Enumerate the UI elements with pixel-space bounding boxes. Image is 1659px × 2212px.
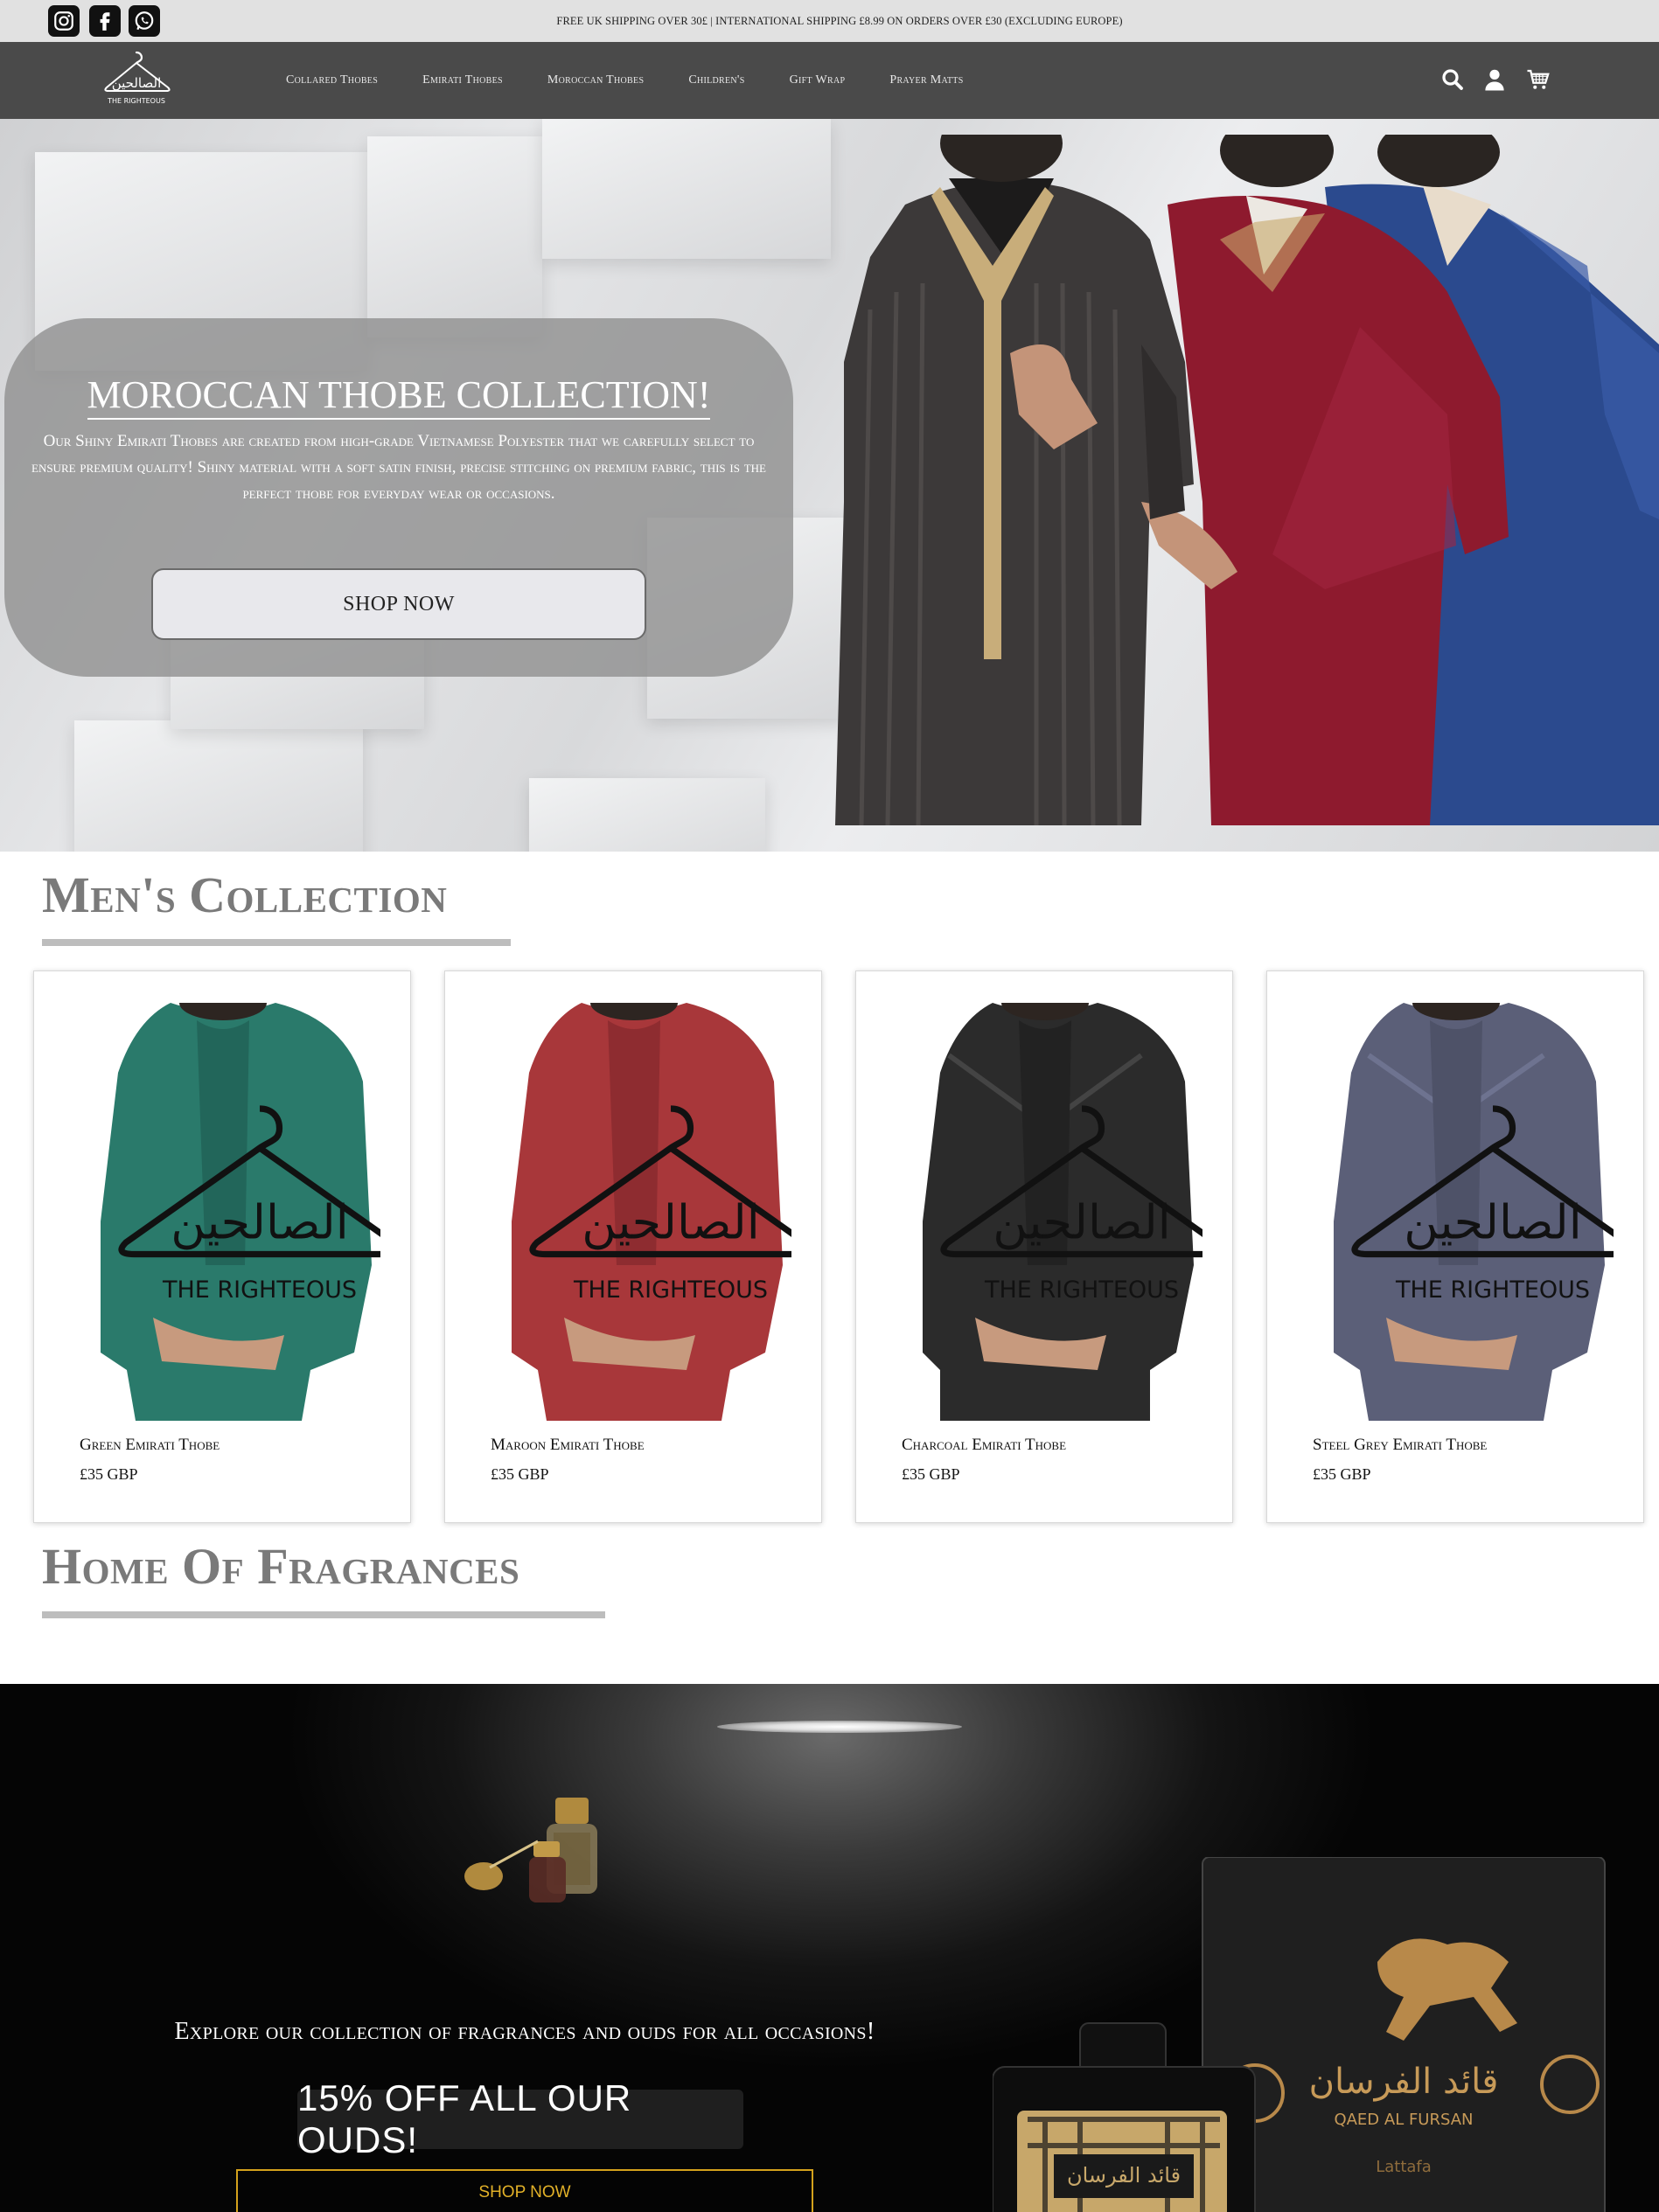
product-name[interactable]: Charcoal Emirati Thobe [902,1436,1066,1455]
product-card[interactable]: الصالحين THE RIGHTEOUS Charcoal Emirati T… [855,970,1233,1523]
mens-collection-title: Men's Collection [42,866,448,923]
hero-models-image [835,119,1659,826]
nav-emirati-thobes[interactable]: Emirati Thobes [422,73,503,87]
oud-bottles-image [459,1789,643,1902]
product-image: الصالحين THE RIGHTEOUS [888,1003,1202,1421]
product-brand-watermark: الصالحين THE RIGHTEOUS [1335,1010,1614,1304]
svg-text:الصالحين: الصالحين [171,1195,348,1250]
announcement-text: FREE UK SHIPPING OVER 30£ | INTERNATIONA… [556,15,1123,27]
svg-text:THE RIGHTEOUS: THE RIGHTEOUS [162,1276,357,1304]
product-card[interactable]: الصالحين THE RIGHTEOUS Steel Grey Emirati… [1266,970,1644,1523]
product-image: الصالحين THE RIGHTEOUS [66,1003,380,1421]
product-price: £35 GBP [1313,1465,1371,1483]
hero-banner: MOROCCAN THOBE COLLECTION! Our Shiny Emi… [0,119,1659,852]
product-brand-watermark: الصالحين THE RIGHTEOUS [513,1010,791,1304]
product-price: £35 GBP [902,1465,960,1483]
product-price: £35 GBP [80,1465,138,1483]
fragrance-shop-now-button[interactable]: SHOP NOW [236,2169,813,2212]
bottle-arabic-text: قائد الفرسان [1067,2163,1181,2188]
hero-shop-now-button[interactable]: SHOP NOW [151,568,646,640]
box-brand: Lattafa [1376,2158,1432,2176]
qaed-al-fursan-perfume-image: قائد الفرسان QAED AL FURSAN Lattafa قائد… [992,1856,1622,2212]
product-card[interactable]: الصالحين THE RIGHTEOUS Green Emirati Thob… [33,970,411,1523]
site-header: الصالحين THE RIGHTEOUS Collared Thobes E… [0,42,1659,119]
facebook-icon[interactable] [89,5,121,37]
brand-tagline: THE RIGHTEOUS [107,97,165,105]
hero-bg-block [529,778,765,852]
box-arabic-text: قائد الفرسان [1309,2062,1499,2102]
product-card[interactable]: الصالحين THE RIGHTEOUS Maroon Emirati Tho… [444,970,822,1523]
fragrances-underline [42,1611,605,1618]
product-name[interactable]: Steel Grey Emirati Thobe [1313,1436,1487,1455]
hero-content-panel: MOROCCAN THOBE COLLECTION! Our Shiny Emi… [4,318,793,677]
svg-text:THE RIGHTEOUS: THE RIGHTEOUS [984,1276,1179,1304]
product-image: الصالحين THE RIGHTEOUS [477,1003,791,1421]
oud-offer-text: 15% OFF ALL OUR OUDS! [297,2077,743,2160]
search-icon[interactable] [1438,65,1467,94]
box-product-name: QAED AL FURSAN [1334,2111,1473,2129]
instagram-icon[interactable] [48,5,80,37]
nav-collared-thobes[interactable]: Collared Thobes [286,73,378,87]
cart-icon[interactable] [1523,65,1553,94]
brand-logo[interactable]: الصالحين THE RIGHTEOUS [96,49,177,114]
fragrance-description: Explore our collection of fragrances and… [174,2018,875,2045]
fragrance-banner: قائد الفرسان QAED AL FURSAN Lattafa قائد… [0,1684,1659,2212]
nav-moroccan-thobes[interactable]: Moroccan Thobes [547,73,644,87]
svg-text:الصالحين: الصالحين [993,1195,1170,1250]
product-brand-watermark: الصالحين THE RIGHTEOUS [102,1010,380,1304]
hero-title: MOROCCAN THOBE COLLECTION! [4,372,793,420]
fragrances-title: Home Of Fragrances [42,1538,520,1595]
svg-text:الصالحين: الصالحين [582,1195,759,1250]
svg-text:الصالحين: الصالحين [1404,1195,1581,1250]
hero-description: Our Shiny Emirati Thobes are created fro… [31,432,766,503]
product-name[interactable]: Maroon Emirati Thobe [491,1436,645,1455]
mens-collection-underline [42,939,511,946]
nav-childrens[interactable]: Children's [688,73,744,87]
svg-text:THE RIGHTEOUS: THE RIGHTEOUS [1395,1276,1590,1304]
nav-gift-wrap[interactable]: Gift Wrap [790,73,846,87]
hero-bg-block [367,136,542,337]
hero-bg-block [542,119,831,259]
product-image: الصالحين THE RIGHTEOUS [1299,1003,1614,1421]
product-name[interactable]: Green Emirati Thobe [80,1436,220,1455]
account-icon[interactable] [1480,65,1509,94]
nav-prayer-matts[interactable]: Prayer Matts [889,73,963,87]
hero-bg-block [74,720,363,852]
svg-text:THE RIGHTEOUS: THE RIGHTEOUS [573,1276,768,1304]
announcement-bar: FREE UK SHIPPING OVER 30£ | INTERNATIONA… [0,0,1659,42]
main-nav: Collared Thobes Emirati Thobes Moroccan … [286,42,1008,119]
brand-arabic: الصالحين [112,75,162,91]
spotlight-glow [717,1721,962,1733]
whatsapp-icon[interactable] [129,5,160,37]
product-brand-watermark: الصالحين THE RIGHTEOUS [924,1010,1202,1304]
product-price: £35 GBP [491,1465,549,1483]
